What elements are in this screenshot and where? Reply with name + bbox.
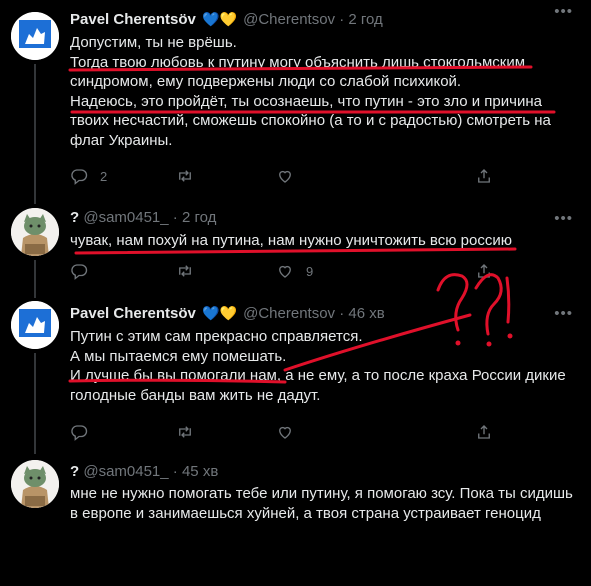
thread-line <box>34 260 36 289</box>
author-name[interactable]: Pavel Cherentsöv <box>70 11 196 28</box>
avatar[interactable] <box>11 208 59 256</box>
thread-line <box>34 196 36 204</box>
tweet-text: мне не нужно помогать тебе или путину, я… <box>70 484 575 523</box>
tweet-4[interactable]: ? @sam0451_ · 45 хв мне не нужно помогат… <box>0 446 591 586</box>
heart-badges: 💙💛 <box>202 305 237 321</box>
action-bar: 2 <box>70 166 500 186</box>
cat-avatar-icon <box>11 460 59 508</box>
separator-dot: · <box>172 463 178 480</box>
tweet-line: Тогда твою любовь к путину могу объяснит… <box>70 53 526 91</box>
author-handle[interactable]: @sam0451_ <box>83 209 168 226</box>
like-button[interactable] <box>276 166 306 186</box>
tweet-line: Надеюсь, это пройдёт, ты осознаешь, что … <box>70 92 551 149</box>
like-icon <box>279 426 291 439</box>
tweet-text: Путин с этим сам прекрасно справляется. … <box>70 327 575 405</box>
share-icon <box>478 169 490 183</box>
timestamp[interactable]: 45 хв <box>182 463 218 480</box>
tweet-2[interactable]: ? @sam0451_ · 2 год ••• чувак, нам похуй… <box>0 196 591 289</box>
like-icon <box>279 265 291 278</box>
reply-icon <box>71 425 88 441</box>
share-icon <box>478 264 490 278</box>
separator-dot: · <box>172 209 178 226</box>
tweet-line: мне не нужно помогать тебе или путину, я… <box>70 485 573 522</box>
action-bar <box>70 422 500 442</box>
retweet-icon <box>179 426 191 438</box>
retweet-icon <box>179 265 191 277</box>
retweet-icon <box>179 170 191 182</box>
tweet-line: Путин с этим сам прекрасно справляется. <box>70 328 363 345</box>
reply-button[interactable] <box>70 422 100 442</box>
more-icon[interactable]: ••• <box>554 3 573 20</box>
tweet-text: чувак, нам похуй на путина, нам нужно ун… <box>70 231 575 251</box>
share-button[interactable] <box>475 261 493 281</box>
tweet-3[interactable]: Pavel Cherentsöv 💙💛 @Cherentsov · 46 хв … <box>0 289 591 446</box>
more-icon[interactable]: ••• <box>554 305 573 322</box>
city-logo-icon <box>11 12 59 60</box>
author-handle[interactable]: @sam0451_ <box>83 463 168 480</box>
tweet-line: чувак, нам похуй на путина, нам нужно ун… <box>70 232 512 249</box>
share-button[interactable] <box>475 422 493 442</box>
thread-line <box>34 64 36 196</box>
heart-badges: 💙💛 <box>202 11 237 27</box>
city-logo-icon <box>11 301 59 349</box>
reply-button[interactable]: 2 <box>70 166 107 186</box>
separator-dot: · <box>339 11 345 28</box>
timestamp[interactable]: 46 хв <box>348 305 384 322</box>
thread-line <box>34 446 36 454</box>
retweet-button[interactable] <box>176 422 206 442</box>
timestamp[interactable]: 2 год <box>182 209 216 226</box>
action-bar: 9 <box>70 261 500 281</box>
reply-icon <box>71 169 88 185</box>
like-button[interactable] <box>276 422 306 442</box>
like-count: 9 <box>306 263 314 279</box>
thread-line <box>34 289 36 298</box>
tweet-text: Допустим, ты не врёшь. Тогда твою любовь… <box>70 33 575 150</box>
share-icon <box>478 425 490 439</box>
reply-button[interactable] <box>70 261 100 281</box>
like-icon <box>279 170 291 183</box>
author-name[interactable]: ? <box>70 209 79 226</box>
share-button[interactable] <box>475 166 493 186</box>
tweet-header: ? @sam0451_ · 2 год <box>70 208 216 228</box>
tweet-header: Pavel Cherentsöv 💙💛 @Cherentsov · 2 год <box>70 9 383 29</box>
avatar[interactable] <box>11 301 59 349</box>
tweet-header: Pavel Cherentsöv 💙💛 @Cherentsov · 46 хв <box>70 303 385 323</box>
thread-line <box>34 353 36 446</box>
separator-dot: · <box>339 305 345 322</box>
reply-count: 2 <box>100 168 108 184</box>
like-button[interactable]: 9 <box>276 261 313 281</box>
tweet-line: И лучше бы вы помогали нам, а не ему, а … <box>70 367 566 404</box>
retweet-button[interactable] <box>176 261 206 281</box>
author-handle[interactable]: @Cherentsov <box>243 11 335 28</box>
author-handle[interactable]: @Cherentsov <box>243 305 335 322</box>
tweet-1[interactable]: Pavel Cherentsöv 💙💛 @Cherentsov · 2 год … <box>0 0 591 196</box>
author-name[interactable]: Pavel Cherentsöv <box>70 305 196 322</box>
tweet-line: А мы пытаемся ему помешать. <box>70 347 287 365</box>
avatar[interactable] <box>11 460 59 508</box>
reply-icon <box>71 264 88 280</box>
tweet-header: ? @sam0451_ · 45 хв <box>70 462 218 482</box>
cat-avatar-icon <box>11 208 59 256</box>
avatar[interactable] <box>11 12 59 60</box>
more-icon[interactable]: ••• <box>554 210 573 227</box>
retweet-button[interactable] <box>176 166 206 186</box>
timestamp[interactable]: 2 год <box>348 11 382 28</box>
tweet-line: Допустим, ты не врёшь. <box>70 34 237 51</box>
author-name[interactable]: ? <box>70 463 79 480</box>
